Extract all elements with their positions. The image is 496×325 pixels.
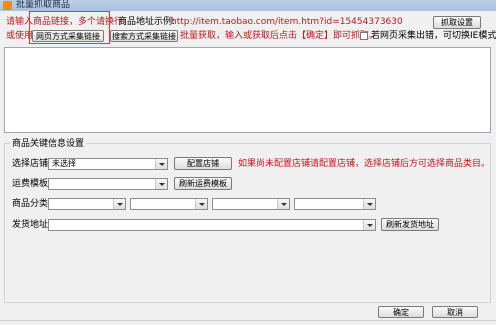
bottom-divider: [0, 320, 496, 321]
chevron-down-icon: [363, 220, 375, 230]
chevron-down-icon: [113, 199, 125, 209]
refresh-address-button[interactable]: 刷新发货地址: [381, 218, 439, 231]
category-select-3[interactable]: [212, 198, 290, 210]
chevron-down-icon: [277, 199, 289, 209]
example-url: http://item.taobao.com/item.htm?id=15454…: [171, 17, 403, 27]
store-hint: 如果尚未配置店铺请配置店铺，选择店铺后方可选择商品类目。: [238, 159, 491, 169]
settings-group-title: 商品关键信息设置: [10, 139, 87, 149]
fetch-hint: 批量获取，输入或获取后点击【确定】即可抓取。: [180, 31, 379, 41]
category-select-1[interactable]: [48, 198, 126, 210]
highlight-box: [29, 11, 110, 44]
store-select-value: 未选择: [52, 159, 76, 168]
example-label: 商品地址示例:: [118, 17, 176, 27]
cancel-button[interactable]: 取消: [432, 306, 478, 318]
store-select[interactable]: 未选择: [48, 158, 168, 170]
store-label: 选择店铺: [12, 159, 49, 169]
category-select-2[interactable]: [130, 198, 208, 210]
ok-button[interactable]: 确定: [378, 306, 424, 318]
title-bar: 批量抓取商品: [0, 0, 496, 11]
window-title: 批量抓取商品: [16, 0, 71, 10]
chevron-down-icon: [195, 199, 207, 209]
address-label: 发货地址: [12, 220, 49, 230]
fetch-settings-button[interactable]: 抓取设置: [433, 16, 481, 29]
app-icon: [3, 1, 12, 10]
ie-mode-label: 若网页采集出错，可切换IE模式: [371, 31, 496, 41]
category-label: 商品分类: [12, 199, 49, 209]
search-collect-button[interactable]: 搜索方式采集链接: [110, 30, 178, 42]
chevron-down-icon: [155, 159, 167, 169]
chevron-down-icon: [363, 199, 375, 209]
ie-mode-checkbox[interactable]: [360, 32, 368, 40]
address-select[interactable]: [48, 219, 376, 231]
chevron-down-icon: [155, 179, 167, 189]
refresh-shipping-button[interactable]: 刷新运费模板: [174, 177, 232, 190]
shipping-select[interactable]: [48, 178, 168, 190]
category-select-4[interactable]: [294, 198, 376, 210]
shipping-label: 运费模板: [12, 179, 49, 189]
config-store-button[interactable]: 配置店铺: [174, 157, 232, 170]
link-input[interactable]: [4, 47, 491, 133]
